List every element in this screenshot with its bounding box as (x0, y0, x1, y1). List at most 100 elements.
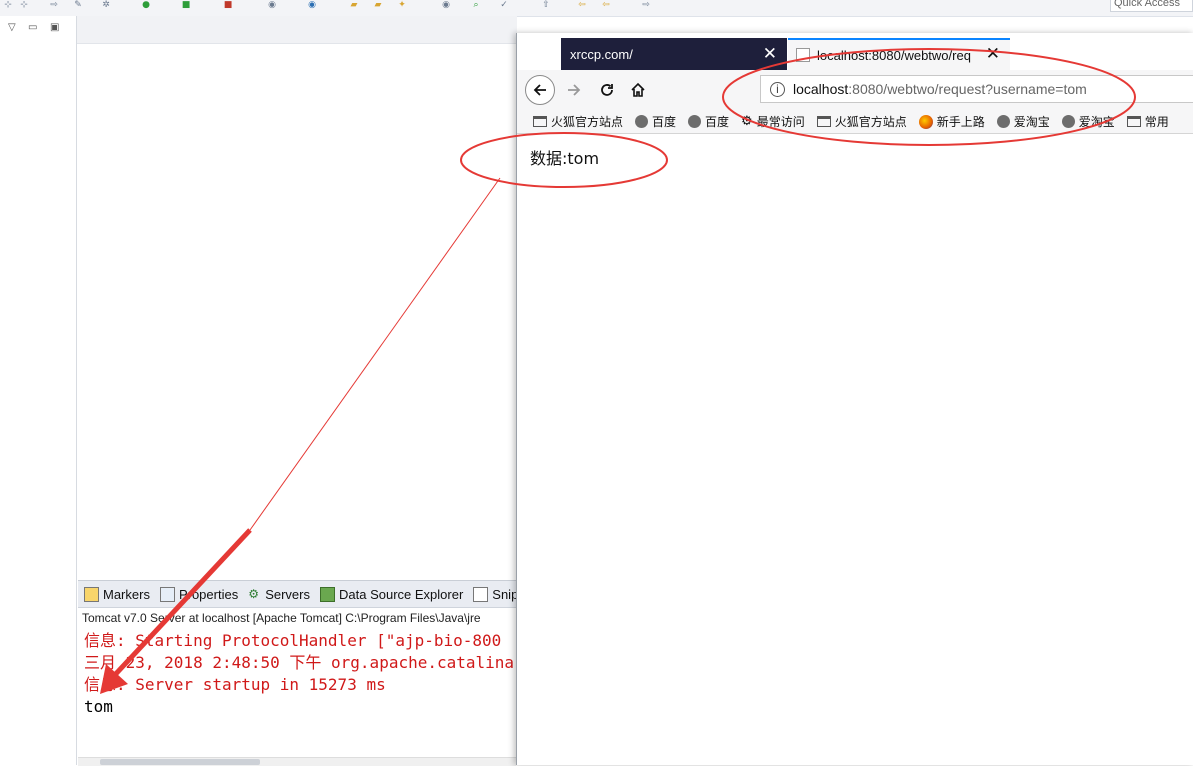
bookmark-label: 火狐官方站点 (834, 115, 907, 129)
globe-icon (688, 115, 702, 128)
tab-servers[interactable]: ⚙ Servers (248, 587, 310, 602)
tab-snippets[interactable]: Snip (473, 586, 516, 602)
bookmark-item[interactable]: 新手上路 (918, 113, 985, 130)
console-view: Markers Properties ⚙ Servers Data Source… (78, 580, 516, 766)
back-arrow-icon (533, 84, 546, 96)
back-nav-icon[interactable]: ⇦ (576, 0, 588, 10)
bookmark-label: 常用 (1144, 115, 1169, 129)
console-line: 信息: Starting ProtocolHandler ["ajp-bio-8… (84, 631, 502, 650)
toolbar-icon[interactable]: ⊹ (2, 0, 14, 10)
open-folder-icon[interactable]: ▰ (372, 0, 384, 10)
web-icon[interactable]: ◉ (266, 0, 278, 10)
open-folder-icon[interactable]: ▰ (348, 0, 360, 10)
bookmarks-toolbar: 火狐官方站点 百度 百度 ⚙ 最常访问 火狐官方站点 新手上路 爱淘宝 爱淘宝 常… (517, 110, 1193, 134)
browser-tab-localhost[interactable]: localhost:8080/webtwo/req ✕ (788, 38, 1010, 70)
up-icon[interactable]: ⇧ (540, 0, 552, 10)
tab-label: Properties (178, 586, 239, 602)
globe-icon (635, 115, 649, 128)
pin-icon[interactable]: ✦ (396, 0, 408, 10)
maximize-icon[interactable]: ▣ (50, 22, 59, 33)
web-browser-icon[interactable]: ◉ (306, 0, 318, 10)
bookmark-label: 新手上路 (936, 115, 985, 129)
page-content: 数据:tom (517, 135, 1193, 765)
tab-title: localhost:8080/webtwo/req (817, 48, 971, 63)
console-line: 信息: Server startup in 15273 ms (84, 675, 386, 694)
left-panel-header: ▽ ▭ ▣ (0, 22, 76, 38)
tab-properties[interactable]: Properties (159, 586, 239, 602)
forward-nav-icon[interactable]: ⇦ (600, 0, 612, 10)
tab-label: Servers (265, 586, 310, 602)
url-host: localhost (793, 81, 849, 97)
globe-icon[interactable]: ◉ (440, 0, 452, 10)
toolbar-icon[interactable]: ⇨ (48, 0, 60, 10)
tab-label: Markers (103, 586, 150, 602)
console-tabs: Markers Properties ⚙ Servers Data Source… (78, 581, 516, 608)
bookmark-label: 火狐官方站点 (551, 115, 624, 129)
console-status: Tomcat v7.0 Server at localhost [Apache … (82, 611, 481, 625)
bookmark-item[interactable]: 爱淘宝 (996, 113, 1050, 130)
toolbar-icon[interactable]: ⊹ (18, 0, 30, 10)
snippets-icon (473, 586, 489, 602)
bookmark-item[interactable]: ⚙ 最常访问 (741, 113, 805, 130)
info-icon[interactable]: i (770, 82, 785, 97)
run-icon[interactable]: ● (140, 0, 152, 10)
console-line: tom (84, 697, 113, 716)
bookmark-label: 百度 (652, 115, 677, 129)
browser-tabstrip: xrccp.com/ ✕ localhost:8080/webtwo/req ✕ (517, 33, 1193, 70)
home-icon (631, 82, 645, 97)
folder-icon (533, 116, 547, 127)
markers-icon (84, 586, 99, 602)
annotation-icon[interactable]: ✓ (498, 0, 510, 10)
bookmark-label: 爱淘宝 (1013, 115, 1050, 129)
servers-icon: ⚙ (248, 586, 259, 601)
bookmark-item[interactable]: 爱淘宝 (1061, 113, 1115, 130)
globe-icon (1061, 115, 1075, 128)
minimize-icon[interactable]: ▭ (28, 22, 37, 33)
tab-label: Snip (492, 586, 516, 602)
back-button[interactable] (525, 75, 555, 105)
bookmark-item[interactable]: 百度 (635, 113, 676, 130)
bookmark-item[interactable]: 火狐官方站点 (533, 113, 623, 130)
editor-tabstrip (77, 16, 517, 44)
navigation-bar: i localhost:8080/webtwo/request?username… (517, 70, 1193, 110)
console-line: 三月 23, 2018 2:48:50 下午 org.apache.catali… (84, 653, 514, 672)
bookmark-item[interactable]: 火狐官方站点 (816, 113, 907, 130)
url-path: :8080/webtwo/request?username=tom (848, 81, 1087, 97)
tab-markers[interactable]: Markers (84, 586, 150, 602)
tab-data-source-explorer[interactable]: Data Source Explorer (320, 586, 464, 602)
bookmark-item[interactable]: 常用 (1126, 113, 1169, 130)
page-text: 数据:tom (530, 149, 600, 168)
scrollbar-thumb[interactable] (100, 759, 260, 765)
search-icon[interactable]: ⌕ (470, 0, 482, 10)
url-text: localhost:8080/webtwo/request?username=t… (793, 81, 1087, 97)
forward-arrow-icon (568, 84, 581, 96)
reload-button[interactable] (592, 75, 622, 105)
reload-icon (601, 84, 613, 96)
bookmark-label: 最常访问 (756, 115, 805, 129)
browser-tab-xrccp[interactable]: xrccp.com/ ✕ (561, 38, 787, 70)
bookmark-label: 百度 (705, 115, 730, 129)
tab-label: Data Source Explorer (339, 586, 464, 602)
debug-icon[interactable]: ✲ (100, 0, 112, 10)
server-icon[interactable]: ■ (222, 0, 234, 10)
toolbar-icon[interactable]: ✎ (72, 0, 84, 10)
firefox-icon (918, 114, 933, 129)
folder-icon (816, 116, 831, 127)
external-tools-icon[interactable]: ■ (180, 0, 192, 10)
quick-access-input[interactable]: Quick Access (1110, 0, 1193, 12)
data-source-icon (320, 586, 335, 602)
properties-icon (159, 586, 175, 602)
bookmark-item[interactable]: 百度 (688, 113, 729, 130)
left-panel: ▽ ▭ ▣ (0, 16, 77, 765)
view-menu-icon[interactable]: ▽ (8, 22, 16, 33)
close-tab-icon[interactable]: ✕ (763, 44, 777, 64)
eclipse-toolbar: ⊹ ⊹ ⇨ ✎ ✲ ● ■ ■ ◉ ◉ ▰ ▰ ✦ ◉ ⌕ ✓ ⇧ ⇦ ⇦ ⇨ … (0, 0, 1193, 17)
forward-button[interactable] (559, 75, 589, 105)
close-tab-icon[interactable]: ✕ (986, 44, 1000, 64)
folder-icon (1126, 116, 1141, 127)
url-bar[interactable]: i localhost:8080/webtwo/request?username… (760, 75, 1193, 103)
home-button[interactable] (623, 75, 653, 105)
gear-icon: ⚙ (741, 114, 753, 129)
forward-icon[interactable]: ⇨ (640, 0, 652, 10)
bookmark-label: 爱淘宝 (1078, 115, 1115, 129)
